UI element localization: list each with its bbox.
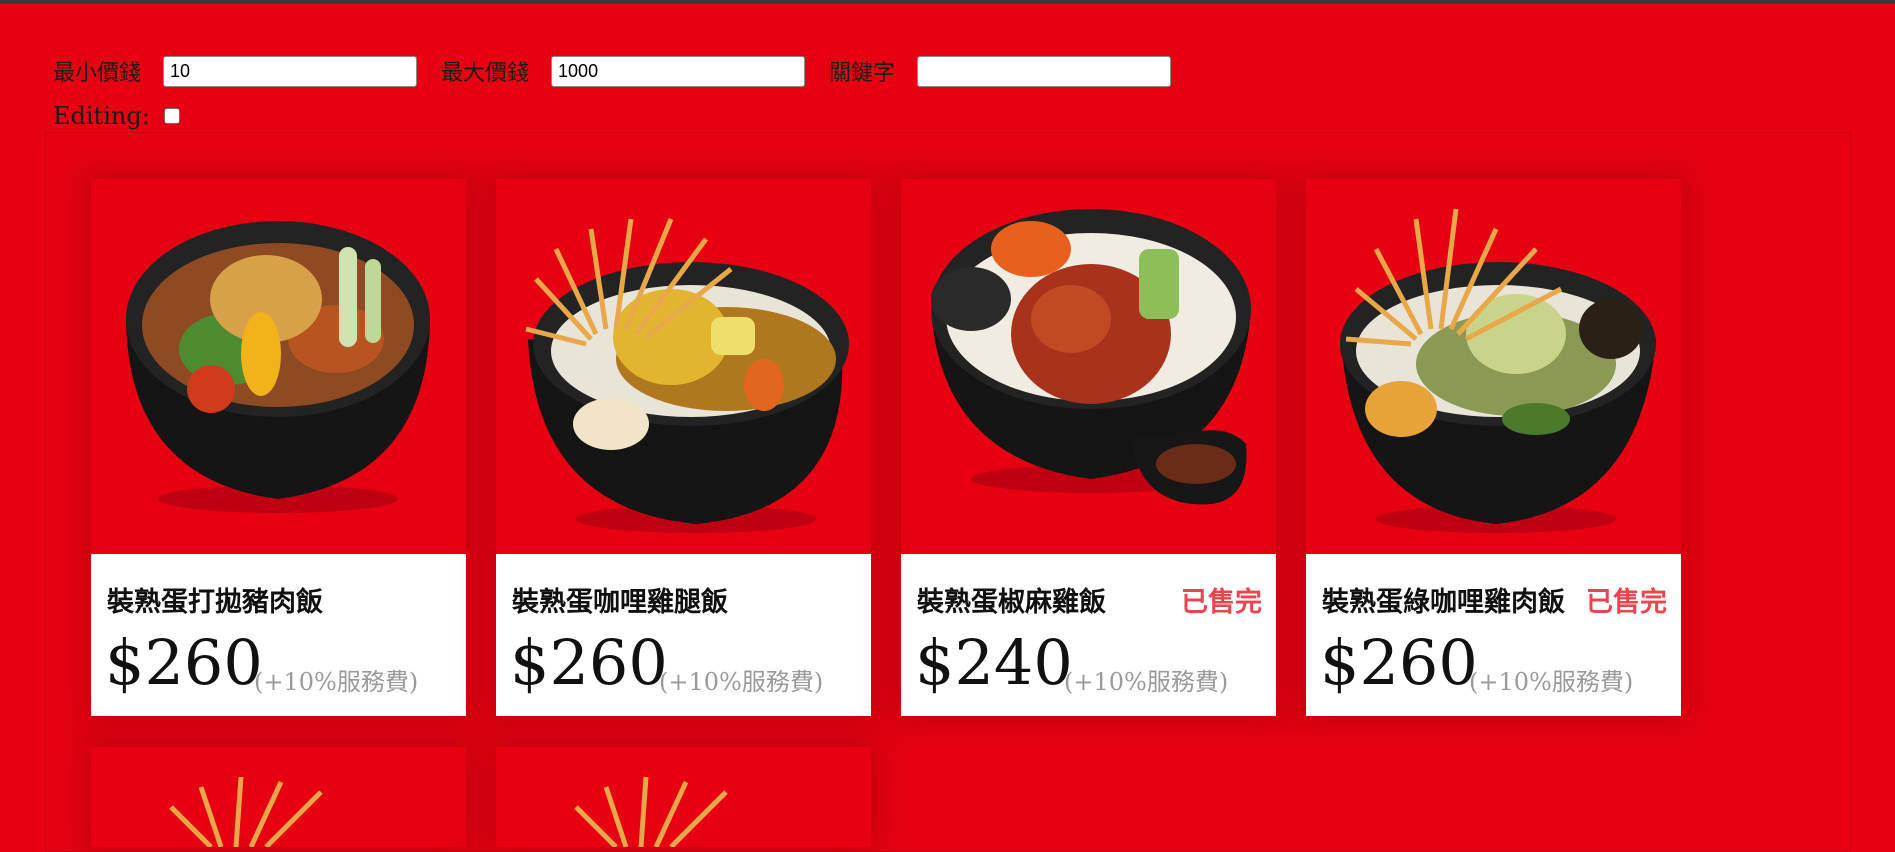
price-filter-bar: 最小價錢 最大價錢 關鍵字 (53, 50, 1195, 92)
menu-item-name: 裝熟蛋綠咖哩雞肉飯 (1322, 587, 1565, 618)
menu-item-name: 裝熟蛋咖哩雞腿飯 (512, 587, 728, 618)
max-price-input[interactable] (551, 55, 806, 87)
service-fee-note: (+10%服務費) (1064, 668, 1229, 696)
spicy-chicken-rice-bowl-image (901, 179, 1276, 554)
service-fee-note: (+10%服務費) (659, 668, 824, 696)
menu-item-card[interactable]: 裝熟蛋椒麻雞飯 已售完 $240 (+10%服務費) (901, 179, 1276, 716)
menu-item-info: 裝熟蛋打拋豬肉飯 $260 (+10%服務費) (91, 554, 466, 716)
food-image (496, 747, 871, 849)
max-price-label: 最大價錢 (441, 61, 530, 86)
service-fee-note: (+10%服務費) (1469, 668, 1634, 696)
browser-top-edge (0, 0, 1895, 4)
sold-out-badge: 已售完 (1586, 587, 1667, 618)
min-price-input[interactable] (163, 55, 418, 87)
menu-item-card[interactable]: 裝熟蛋綠咖哩雞肉飯 已售完 $260 (+10%服務費) (1306, 179, 1681, 716)
menu-item-card[interactable]: 裝熟蛋咖哩雞腿飯 $260 (+10%服務費) (496, 179, 871, 716)
menu-item-card[interactable]: 裝熟蛋打拋豬肉飯 $260 (+10%服務費) (91, 179, 466, 716)
food-image (91, 747, 466, 849)
menu-item-card[interactable] (496, 747, 871, 849)
menu-item-info: 裝熟蛋綠咖哩雞肉飯 已售完 $260 (+10%服務費) (1306, 554, 1681, 716)
editing-label: Editing: (53, 102, 150, 130)
menu-item-price: $260 (105, 626, 263, 699)
editing-checkbox[interactable] (163, 108, 180, 124)
menu-item-card[interactable] (91, 747, 466, 849)
menu-item-price: $260 (510, 626, 668, 699)
editing-toggle-row: Editing: (53, 100, 180, 132)
service-fee-note: (+10%服務費) (254, 668, 419, 696)
curry-chicken-leg-rice-bowl-image (496, 179, 871, 554)
menu-item-name: 裝熟蛋椒麻雞飯 (917, 587, 1106, 618)
keyword-input[interactable] (917, 55, 1172, 87)
keyword-label: 關鍵字 (829, 61, 896, 86)
menu-item-name: 裝熟蛋打拋豬肉飯 (107, 587, 323, 618)
menu-item-price: $240 (915, 626, 1073, 699)
green-curry-chicken-rice-bowl-image (1306, 179, 1681, 554)
sold-out-badge: 已售完 (1181, 587, 1262, 618)
menu-item-price: $260 (1320, 626, 1478, 699)
menu-item-info: 裝熟蛋咖哩雞腿飯 $260 (+10%服務費) (496, 554, 871, 716)
pad-kra-pao-rice-bowl-image (91, 179, 466, 554)
menu-item-info: 裝熟蛋椒麻雞飯 已售完 $240 (+10%服務費) (901, 554, 1276, 716)
min-price-label: 最小價錢 (53, 61, 142, 86)
